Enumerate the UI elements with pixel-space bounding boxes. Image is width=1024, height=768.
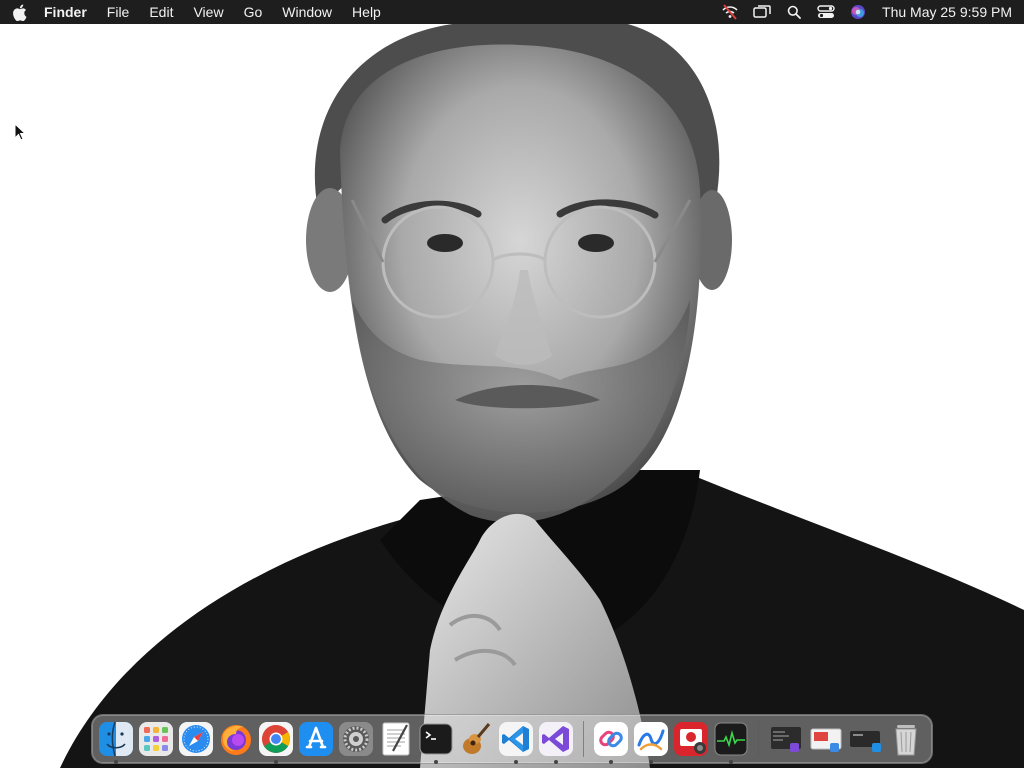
menu-help[interactable]: Help [342,0,391,24]
running-indicator [554,760,558,764]
running-indicator [514,760,518,764]
link-app-icon[interactable] [593,721,629,764]
textedit-icon[interactable] [378,721,414,757]
running-indicator [729,760,733,764]
dock-separator [583,721,584,757]
apple-logo-icon[interactable] [0,0,38,24]
menu-edit[interactable]: Edit [139,0,183,24]
recent-window-icon[interactable] [808,721,844,757]
settings-icon[interactable] [338,721,374,757]
trash-icon[interactable] [888,721,924,757]
running-indicator [274,760,278,764]
search-icon[interactable] [778,0,810,24]
launchpad-icon[interactable] [138,721,174,757]
visual-studio-icon[interactable] [538,721,574,764]
recent-window-icon[interactable] [768,721,804,757]
menu-go[interactable]: Go [234,0,273,24]
finder-icon[interactable] [98,721,134,764]
instruments-icon[interactable] [458,721,494,757]
firefox-icon[interactable] [218,721,254,757]
dock-separator [758,721,759,757]
menu-view[interactable]: View [183,0,233,24]
freeform-icon[interactable] [633,721,669,764]
menu-app-finder[interactable]: Finder [38,0,97,24]
vscode-icon[interactable] [498,721,534,764]
terminal-icon[interactable] [418,721,454,764]
app-store-icon[interactable] [298,721,334,757]
menu-file[interactable]: File [97,0,140,24]
recent-window-icon[interactable] [848,721,884,757]
dock [91,714,933,764]
running-indicator [609,760,613,764]
desktop-wallpaper [0,0,1024,768]
running-indicator [114,760,118,764]
photobooth-icon[interactable] [673,721,709,757]
chrome-icon[interactable] [258,721,294,764]
no-wifi-icon[interactable] [714,0,746,24]
mouse-pointer-icon [14,123,26,141]
menu-window[interactable]: Window [272,0,342,24]
control-center-icon[interactable] [810,0,842,24]
running-indicator [434,760,438,764]
safari-icon[interactable] [178,721,214,757]
menu-bar-clock[interactable]: Thu May 25 9:59 PM [874,4,1012,20]
screen-mirroring-icon[interactable] [746,0,778,24]
activity-monitor-icon[interactable] [713,721,749,764]
menu-bar: Finder File Edit View Go Window Help Thu… [0,0,1024,24]
running-indicator [649,760,653,764]
siri-icon[interactable] [842,0,874,24]
